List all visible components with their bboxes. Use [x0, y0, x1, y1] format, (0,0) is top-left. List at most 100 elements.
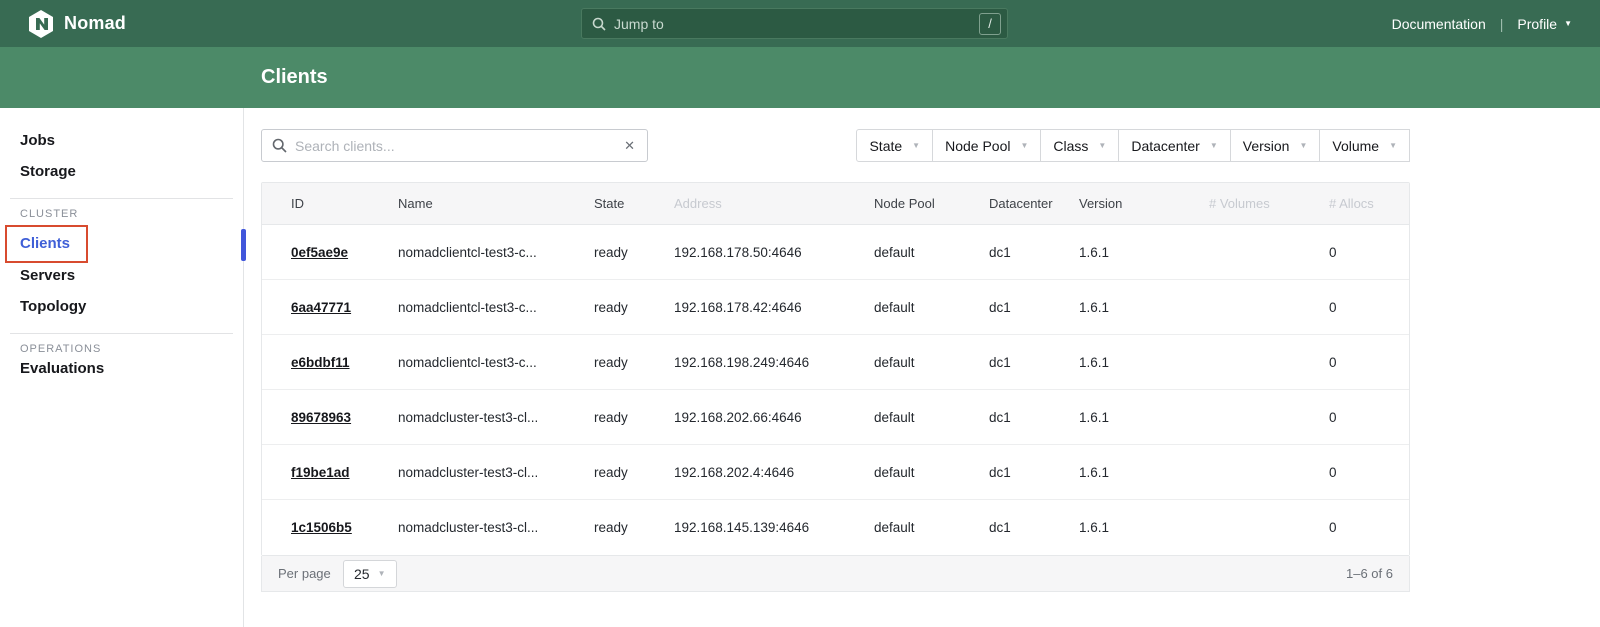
nomad-brand[interactable]: Nomad: [28, 10, 126, 38]
client-row[interactable]: 1c1506b5 nomadcluster-test3-cl... ready …: [262, 500, 1409, 555]
client-id-link[interactable]: f19be1ad: [291, 465, 350, 480]
sidebar: Jobs Storage CLUSTER Clients Servers Top…: [0, 108, 244, 627]
column-header-id[interactable]: ID: [262, 183, 386, 224]
sidebar-item-jobs[interactable]: Jobs: [0, 132, 243, 150]
sidebar-divider: [10, 198, 233, 199]
client-version: 1.6.1: [1067, 500, 1197, 555]
client-state: ready: [582, 500, 662, 555]
top-navbar: Nomad / Documentation | Profile ▼: [0, 0, 1600, 47]
client-node-pool: default: [862, 225, 977, 279]
client-address: 192.168.202.66:4646: [662, 390, 862, 444]
caret-down-icon: ▼: [378, 570, 386, 578]
client-datacenter: dc1: [977, 280, 1067, 334]
client-version: 1.6.1: [1067, 225, 1197, 279]
column-header-datacenter[interactable]: Datacenter: [977, 183, 1067, 224]
profile-label: Profile: [1517, 16, 1557, 32]
client-id-link[interactable]: 6aa47771: [291, 300, 351, 315]
toolbar: ✕ State ▼ Node Pool ▼ Class ▼: [261, 129, 1410, 162]
jump-to-input[interactable]: [614, 16, 979, 32]
nomad-logo-icon: [28, 10, 54, 38]
caret-down-icon: ▼: [1389, 142, 1397, 150]
caret-down-icon: ▼: [1020, 142, 1028, 150]
filter-dropdown[interactable]: Volume ▼: [1319, 129, 1410, 162]
client-allocs: 0: [1317, 335, 1409, 389]
client-volumes: [1197, 445, 1317, 499]
client-id-link[interactable]: 0ef5ae9e: [291, 245, 348, 260]
client-id-link[interactable]: 1c1506b5: [291, 520, 352, 535]
column-header-state[interactable]: State: [582, 183, 662, 224]
clients-table: ID Name State Address Node Pool Datacent…: [261, 182, 1410, 556]
active-item-indicator: [241, 229, 246, 261]
brand-name: Nomad: [64, 13, 126, 34]
table-header-row: ID Name State Address Node Pool Datacent…: [262, 183, 1409, 225]
caret-down-icon: ▼: [1564, 20, 1572, 28]
client-name: nomadclientcl-test3-c...: [386, 225, 582, 279]
column-header-volumes: # Volumes: [1197, 183, 1317, 224]
client-name: nomadclientcl-test3-c...: [386, 335, 582, 389]
client-node-pool: default: [862, 390, 977, 444]
keyboard-shortcut-hint: /: [979, 13, 1001, 35]
search-icon: [272, 138, 287, 153]
sidebar-item-evaluations[interactable]: Evaluations: [0, 360, 243, 378]
page-title: Clients: [261, 66, 328, 89]
client-node-pool: default: [862, 500, 977, 555]
client-allocs: 0: [1317, 500, 1409, 555]
sidebar-item-topology[interactable]: Topology: [0, 298, 243, 316]
filter-dropdown[interactable]: State ▼: [856, 129, 933, 162]
client-datacenter: dc1: [977, 445, 1067, 499]
documentation-link[interactable]: Documentation: [1392, 16, 1486, 32]
client-allocs: 0: [1317, 445, 1409, 499]
column-header-name[interactable]: Name: [386, 183, 582, 224]
clients-search-input[interactable]: [295, 138, 622, 154]
sidebar-item-storage[interactable]: Storage: [0, 163, 243, 181]
client-volumes: [1197, 390, 1317, 444]
per-page-select[interactable]: 25 ▼: [343, 560, 397, 588]
main-content: ✕ State ▼ Node Pool ▼ Class ▼: [244, 108, 1600, 627]
table-footer: Per page 25 ▼ 1–6 of 6: [261, 556, 1410, 592]
client-row[interactable]: 0ef5ae9e nomadclientcl-test3-c... ready …: [262, 225, 1409, 280]
nav-separator: |: [1500, 16, 1504, 32]
clients-search[interactable]: ✕: [261, 129, 648, 162]
client-version: 1.6.1: [1067, 280, 1197, 334]
sidebar-divider: [10, 333, 233, 334]
clear-search-icon[interactable]: ✕: [622, 138, 637, 154]
client-node-pool: default: [862, 280, 977, 334]
page-header: Clients: [0, 47, 1600, 108]
profile-menu-button[interactable]: Profile ▼: [1517, 16, 1572, 32]
client-volumes: [1197, 225, 1317, 279]
client-row[interactable]: 89678963 nomadcluster-test3-cl... ready …: [262, 390, 1409, 445]
per-page-label: Per page: [278, 566, 331, 581]
caret-down-icon: ▼: [1098, 142, 1106, 150]
column-header-allocs: # Allocs: [1317, 183, 1409, 224]
client-address: 192.168.202.4:4646: [662, 445, 862, 499]
client-row[interactable]: f19be1ad nomadcluster-test3-cl... ready …: [262, 445, 1409, 500]
client-volumes: [1197, 335, 1317, 389]
client-name: nomadcluster-test3-cl...: [386, 390, 582, 444]
client-address: 192.168.198.249:4646: [662, 335, 862, 389]
client-state: ready: [582, 390, 662, 444]
pagination-range: 1–6 of 6: [1346, 566, 1393, 581]
filter-dropdown[interactable]: Version ▼: [1230, 129, 1321, 162]
filter-dropdown[interactable]: Node Pool ▼: [932, 129, 1041, 162]
jump-to-search[interactable]: /: [581, 8, 1008, 39]
per-page-value: 25: [354, 566, 370, 582]
client-datacenter: dc1: [977, 500, 1067, 555]
filter-dropdown[interactable]: Class ▼: [1040, 129, 1119, 162]
client-id-link[interactable]: e6bdbf11: [291, 355, 350, 370]
client-state: ready: [582, 335, 662, 389]
client-state: ready: [582, 280, 662, 334]
client-datacenter: dc1: [977, 225, 1067, 279]
client-row[interactable]: e6bdbf11 nomadclientcl-test3-c... ready …: [262, 335, 1409, 390]
client-version: 1.6.1: [1067, 335, 1197, 389]
sidebar-item-clients[interactable]: Clients: [20, 235, 70, 252]
column-header-node-pool[interactable]: Node Pool: [862, 183, 977, 224]
filter-dropdown[interactable]: Datacenter ▼: [1118, 129, 1230, 162]
client-address: 192.168.178.50:4646: [662, 225, 862, 279]
caret-down-icon: ▼: [1210, 142, 1218, 150]
filter-bar: State ▼ Node Pool ▼ Class ▼ Datacen: [856, 129, 1410, 162]
client-id-link[interactable]: 89678963: [291, 410, 351, 425]
column-header-version[interactable]: Version: [1067, 183, 1197, 224]
sidebar-item-servers[interactable]: Servers: [0, 267, 243, 285]
client-state: ready: [582, 445, 662, 499]
client-row[interactable]: 6aa47771 nomadclientcl-test3-c... ready …: [262, 280, 1409, 335]
